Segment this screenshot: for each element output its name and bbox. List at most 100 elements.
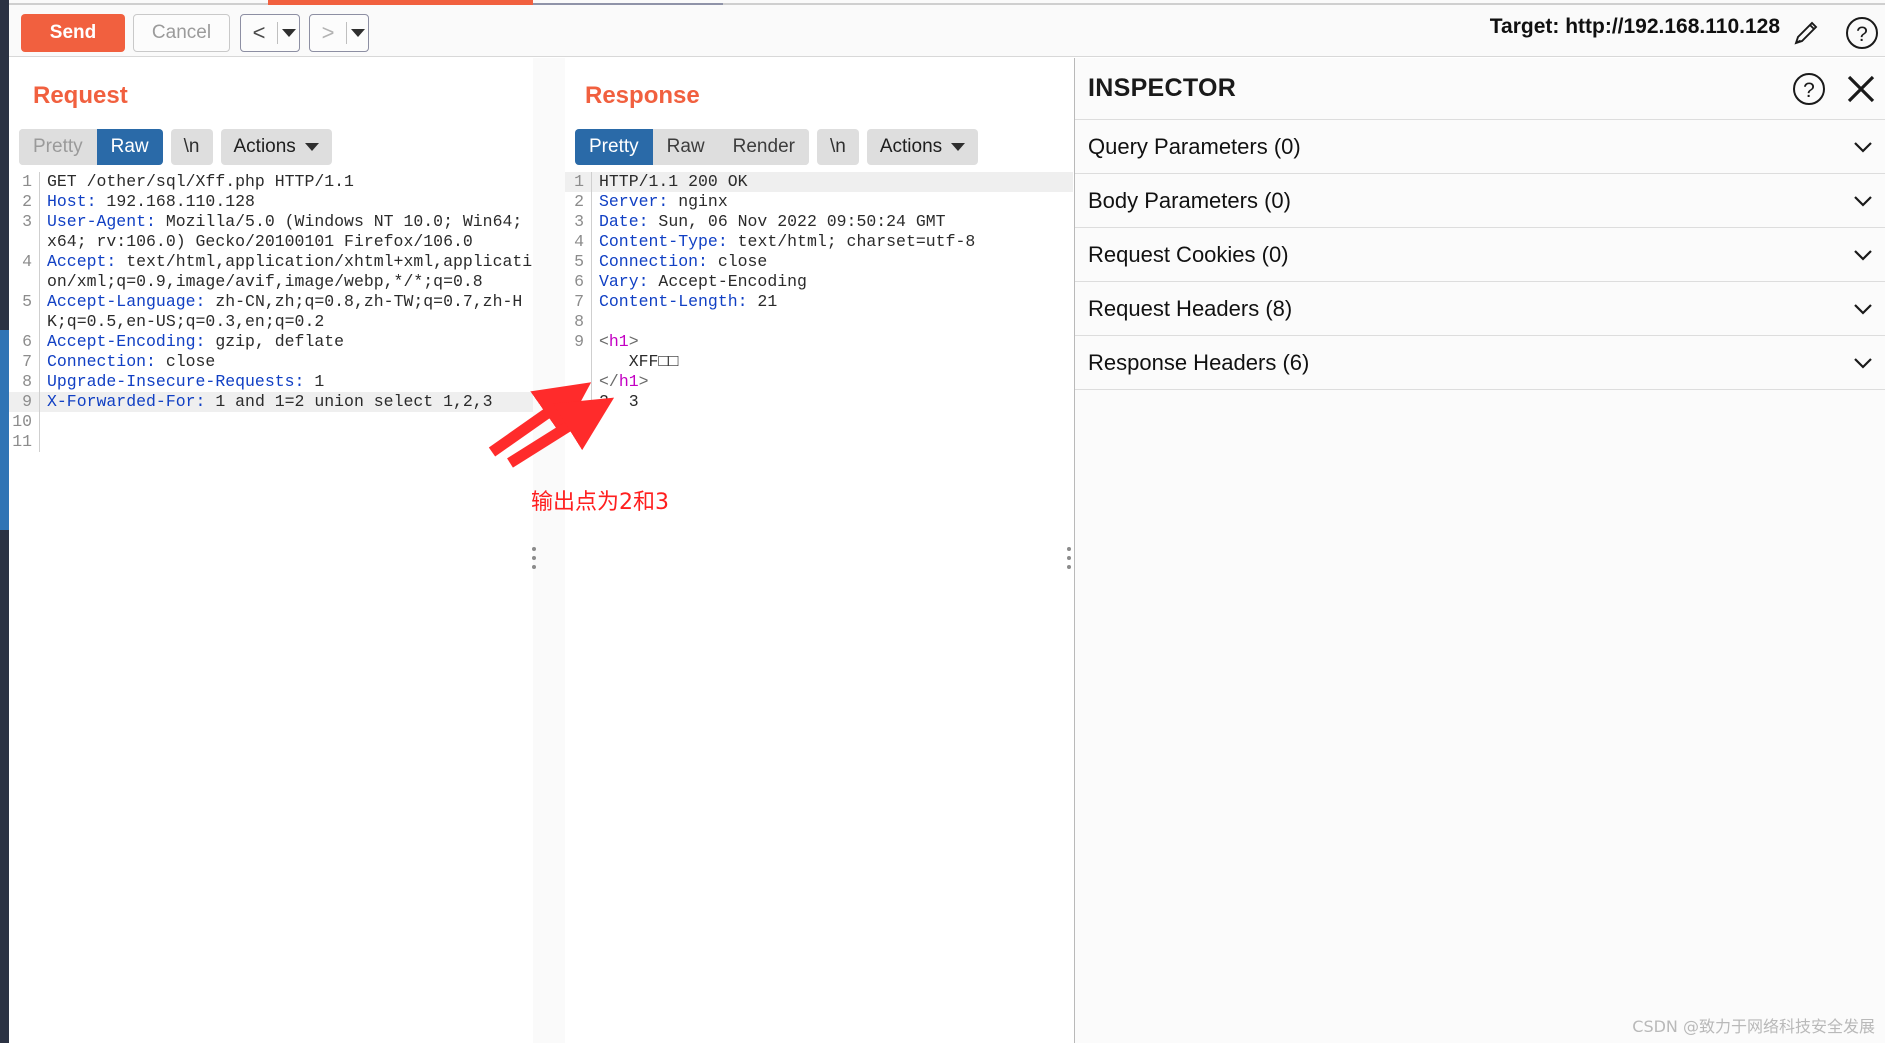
- tab-response-raw[interactable]: Raw: [652, 129, 719, 165]
- tab-request-raw[interactable]: Raw: [96, 129, 163, 165]
- inspector-row-label: Request Cookies (0): [1088, 241, 1289, 267]
- code-line[interactable]: 9 X-Forwarded-For: 1 and 1=2 union select…: [9, 392, 533, 412]
- inspector-bottom-divider: [1075, 389, 1885, 390]
- code-line[interactable]: 5 Connection: close: [565, 252, 1073, 272]
- code-line[interactable]: 4 Accept: text/html,application/xhtml+xml…: [9, 252, 533, 292]
- line-content: Date: Sun, 06 Nov 2022 09:50:24 GMT: [591, 212, 1073, 232]
- line-content: [591, 312, 1073, 332]
- tab-strip-active-marker: [268, 0, 533, 5]
- inspector-row-4[interactable]: Response Headers (6): [1075, 335, 1885, 389]
- code-line[interactable]: 9 <h1>: [565, 332, 1073, 352]
- cancel-button[interactable]: Cancel: [133, 14, 230, 52]
- next-arrow-icon[interactable]: >: [310, 15, 346, 51]
- svg-text:?: ?: [1803, 79, 1815, 102]
- line-content: HTTP/1.1 200 OK: [591, 172, 1073, 192]
- help-circle-icon[interactable]: ?: [1791, 71, 1827, 107]
- prev-request-group[interactable]: <: [240, 14, 300, 52]
- request-resize-handle[interactable]: [531, 547, 536, 569]
- request-view-tabs: Pretty Raw: [19, 129, 163, 165]
- line-number: 5: [574, 252, 584, 271]
- pane-divider-gap: [533, 58, 565, 1043]
- line-number: 8: [22, 372, 32, 391]
- code-line[interactable]: 5 Accept-Language: zh-CN,zh;q=0.8,zh-TW;q…: [9, 292, 533, 332]
- inspector-row-label: Query Parameters (0): [1088, 133, 1301, 159]
- code-line[interactable]: 6 Accept-Encoding: gzip, deflate: [9, 332, 533, 352]
- line-number: [565, 392, 591, 412]
- inspector-row-1[interactable]: Body Parameters (0): [1075, 173, 1885, 227]
- code-line[interactable]: 8: [565, 312, 1073, 332]
- request-title: Request: [33, 82, 128, 109]
- chevron-down-icon: [304, 143, 319, 151]
- line-number: 4: [22, 252, 32, 271]
- tab-request-pretty[interactable]: Pretty: [19, 129, 97, 165]
- line-content: Server: nginx: [591, 192, 1073, 212]
- prev-dropdown-icon[interactable]: [278, 15, 299, 51]
- chevron-down-icon[interactable]: [1852, 190, 1874, 212]
- response-toolbar: Pretty Raw Render \n Actions: [575, 129, 979, 165]
- line-number: 9: [574, 332, 584, 351]
- line-number: 10: [12, 412, 32, 431]
- code-line[interactable]: 11: [9, 432, 533, 452]
- inspector-row-3[interactable]: Request Headers (8): [1075, 281, 1885, 335]
- close-x-icon[interactable]: [1843, 71, 1879, 107]
- code-line[interactable]: 3 User-Agent: Mozilla/5.0 (Windows NT 10.…: [9, 212, 533, 252]
- line-content: Content-Length: 21: [591, 292, 1073, 312]
- inspector-row-2[interactable]: Request Cookies (0): [1075, 227, 1885, 281]
- inspector-title: INSPECTOR: [1088, 74, 1237, 102]
- code-line[interactable]: 7 Content-Length: 21: [565, 292, 1073, 312]
- line-content: User-Agent: Mozilla/5.0 (Windows NT 10.0…: [39, 212, 533, 252]
- response-pane: Response Pretty Raw Render \n Actions 1H…: [565, 58, 1073, 1043]
- code-line[interactable]: 1 HTTP/1.1 200 OK: [565, 172, 1073, 192]
- inspector-row-label: Request Headers (8): [1088, 295, 1293, 321]
- svg-text:?: ?: [1856, 23, 1868, 46]
- chevron-down-icon[interactable]: [1852, 352, 1874, 374]
- response-newline-button[interactable]: \n: [816, 129, 859, 165]
- request-newline-button[interactable]: \n: [170, 129, 213, 165]
- tab-response-pretty[interactable]: Pretty: [575, 129, 653, 165]
- code-line[interactable]: 2 Server: nginx: [565, 192, 1073, 212]
- response-editor[interactable]: 1 HTTP/1.1 200 OK 2 Server: nginx 3 Date: Sun…: [565, 172, 1073, 1043]
- line-content: <h1>: [591, 332, 1073, 352]
- chevron-down-icon[interactable]: [1852, 244, 1874, 266]
- top-toolbar: Send Cancel < > Target: http://192.168.1…: [9, 0, 1885, 57]
- line-content: [39, 432, 533, 452]
- code-line[interactable]: 4 Content-Type: text/html; charset=utf-8: [565, 232, 1073, 252]
- help-circle-icon[interactable]: ?: [1845, 14, 1883, 52]
- code-line[interactable]: 2 3: [565, 392, 1073, 412]
- code-line[interactable]: XFF□□: [565, 352, 1073, 372]
- line-number: 11: [12, 432, 32, 451]
- prev-arrow-icon[interactable]: <: [241, 15, 277, 51]
- line-content: [39, 412, 533, 432]
- code-line[interactable]: 8 Upgrade-Insecure-Requests: 1: [9, 372, 533, 392]
- code-line[interactable]: </h1>: [565, 372, 1073, 392]
- request-editor[interactable]: 1 GET /other/sql/Xff.php HTTP/1.1 2 Host: 1…: [9, 172, 533, 1043]
- tab-response-render[interactable]: Render: [718, 129, 809, 165]
- next-request-group[interactable]: >: [309, 14, 369, 52]
- response-title: Response: [585, 82, 700, 109]
- code-line[interactable]: 7 Connection: close: [9, 352, 533, 372]
- inspector-row-0[interactable]: Query Parameters (0): [1075, 119, 1885, 173]
- line-number: 2: [574, 192, 584, 211]
- line-number: [565, 372, 591, 392]
- chevron-down-icon[interactable]: [1852, 136, 1874, 158]
- watermark: CSDN @致力于网络科技安全发展: [1632, 1017, 1875, 1036]
- code-line[interactable]: 6 Vary: Accept-Encoding: [565, 272, 1073, 292]
- inspector-sections: Query Parameters (0) Body Parameters (0) R…: [1075, 119, 1885, 390]
- line-number: 9: [22, 392, 32, 411]
- code-line[interactable]: 10: [9, 412, 533, 432]
- send-button[interactable]: Send: [21, 14, 125, 52]
- line-content: Host: 192.168.110.128: [39, 192, 533, 212]
- line-content: Upgrade-Insecure-Requests: 1: [39, 372, 533, 392]
- request-actions-button[interactable]: Actions: [220, 129, 332, 165]
- request-actions-label: Actions: [233, 136, 296, 157]
- response-actions-button[interactable]: Actions: [866, 129, 979, 165]
- next-dropdown-icon[interactable]: [347, 15, 368, 51]
- line-number: 1: [574, 172, 584, 191]
- line-content: XFF□□: [591, 352, 1073, 372]
- chevron-down-icon[interactable]: [1852, 298, 1874, 320]
- code-line[interactable]: 1 GET /other/sql/Xff.php HTTP/1.1: [9, 172, 533, 192]
- code-line[interactable]: 3 Date: Sun, 06 Nov 2022 09:50:24 GMT: [565, 212, 1073, 232]
- pencil-icon[interactable]: [1789, 16, 1823, 50]
- code-line[interactable]: 2 Host: 192.168.110.128: [9, 192, 533, 212]
- response-resize-handle[interactable]: [1066, 547, 1071, 569]
